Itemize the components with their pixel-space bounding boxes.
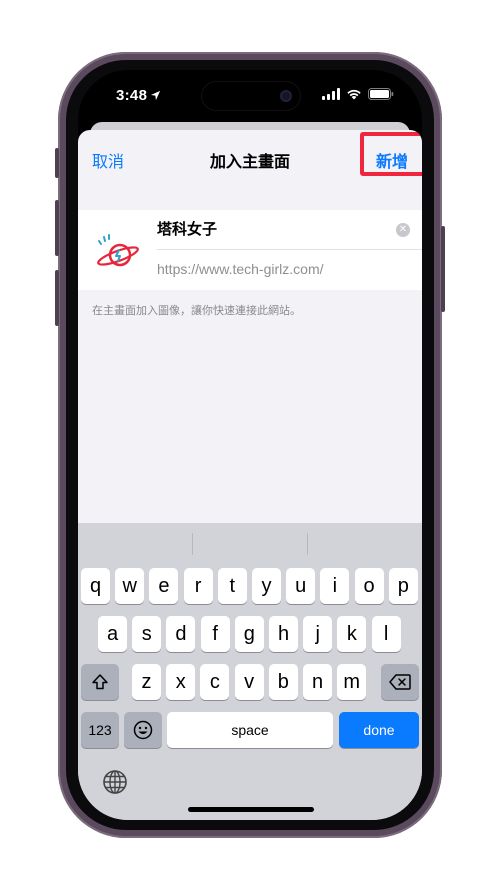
nav-bar: 取消 加入主畫面 新增 <box>78 130 422 188</box>
add-button-highlight <box>360 132 422 176</box>
cellular-signal-icon <box>322 88 340 100</box>
key-d[interactable]: d <box>166 616 196 652</box>
volume-up-button <box>55 200 59 256</box>
key-b[interactable]: b <box>268 664 298 700</box>
battery-icon <box>368 88 394 100</box>
keyboard: qwertyuiop asdfghjkl zxcvbnm 123 space d… <box>78 523 422 820</box>
status-time: 3:48 <box>116 87 161 104</box>
globe-icon[interactable] <box>102 769 128 795</box>
power-button <box>441 226 445 312</box>
space-key[interactable]: space <box>167 712 333 748</box>
cancel-button[interactable]: 取消 <box>92 148 124 172</box>
dynamic-island <box>202 82 300 110</box>
front-camera <box>280 90 292 102</box>
done-key[interactable]: done <box>339 712 419 748</box>
suggestion-separator <box>307 533 308 555</box>
key-x[interactable]: x <box>166 664 196 700</box>
delete-key[interactable] <box>381 664 419 700</box>
key-z[interactable]: z <box>132 664 161 700</box>
bookmark-card: ✕ https://www.tech-girlz.com/ <box>78 210 422 290</box>
key-o[interactable]: o <box>354 568 384 604</box>
key-c[interactable]: c <box>200 664 230 700</box>
mute-switch <box>55 148 59 178</box>
wifi-icon <box>347 89 361 100</box>
key-m[interactable]: m <box>337 664 367 700</box>
site-logo-icon <box>97 234 139 267</box>
key-t[interactable]: t <box>217 568 247 604</box>
key-j[interactable]: j <box>303 616 333 652</box>
suggestion-separator <box>192 533 193 555</box>
phone-screen: 3:48 取消 加入主畫面 新增 塔科女子 ✕ https://www.tech… <box>78 70 422 820</box>
status-bar: 3:48 <box>78 70 422 124</box>
key-i[interactable]: i <box>320 568 350 604</box>
key-k[interactable]: k <box>337 616 367 652</box>
location-arrow-icon <box>151 90 161 101</box>
hint-text: 在主畫面加入圖像，讓你快速連接此網站。 <box>92 305 301 317</box>
key-n[interactable]: n <box>303 664 332 700</box>
emoji-key[interactable] <box>124 712 162 748</box>
bookmark-name-input[interactable] <box>157 220 397 237</box>
clear-text-button[interactable]: ✕ <box>396 223 410 237</box>
key-s[interactable]: s <box>132 616 162 652</box>
bookmark-url: https://www.tech-girlz.com/ <box>157 261 324 277</box>
shift-arrow-icon <box>92 674 108 690</box>
shift-key[interactable] <box>81 664 119 700</box>
status-time-text: 3:48 <box>116 87 148 104</box>
key-h[interactable]: h <box>269 616 298 652</box>
suggestion-bar <box>78 523 422 567</box>
backspace-icon <box>389 674 411 690</box>
key-f[interactable]: f <box>200 616 230 652</box>
home-indicator[interactable] <box>188 807 314 812</box>
key-v[interactable]: v <box>234 664 264 700</box>
key-w[interactable]: w <box>115 568 145 604</box>
key-q[interactable]: q <box>81 568 110 604</box>
key-e[interactable]: e <box>149 568 179 604</box>
key-g[interactable]: g <box>234 616 264 652</box>
field-divider <box>157 249 422 250</box>
status-icons <box>322 88 394 100</box>
key-y[interactable]: y <box>252 568 281 604</box>
key-r[interactable]: r <box>183 568 213 604</box>
clear-x-icon: ✕ <box>398 224 408 235</box>
numbers-key[interactable]: 123 <box>81 712 119 748</box>
key-u[interactable]: u <box>286 568 316 604</box>
volume-down-button <box>55 270 59 326</box>
key-p[interactable]: p <box>388 568 418 604</box>
key-l[interactable]: l <box>371 616 401 652</box>
key-a[interactable]: a <box>98 616 127 652</box>
emoji-icon <box>133 720 153 740</box>
